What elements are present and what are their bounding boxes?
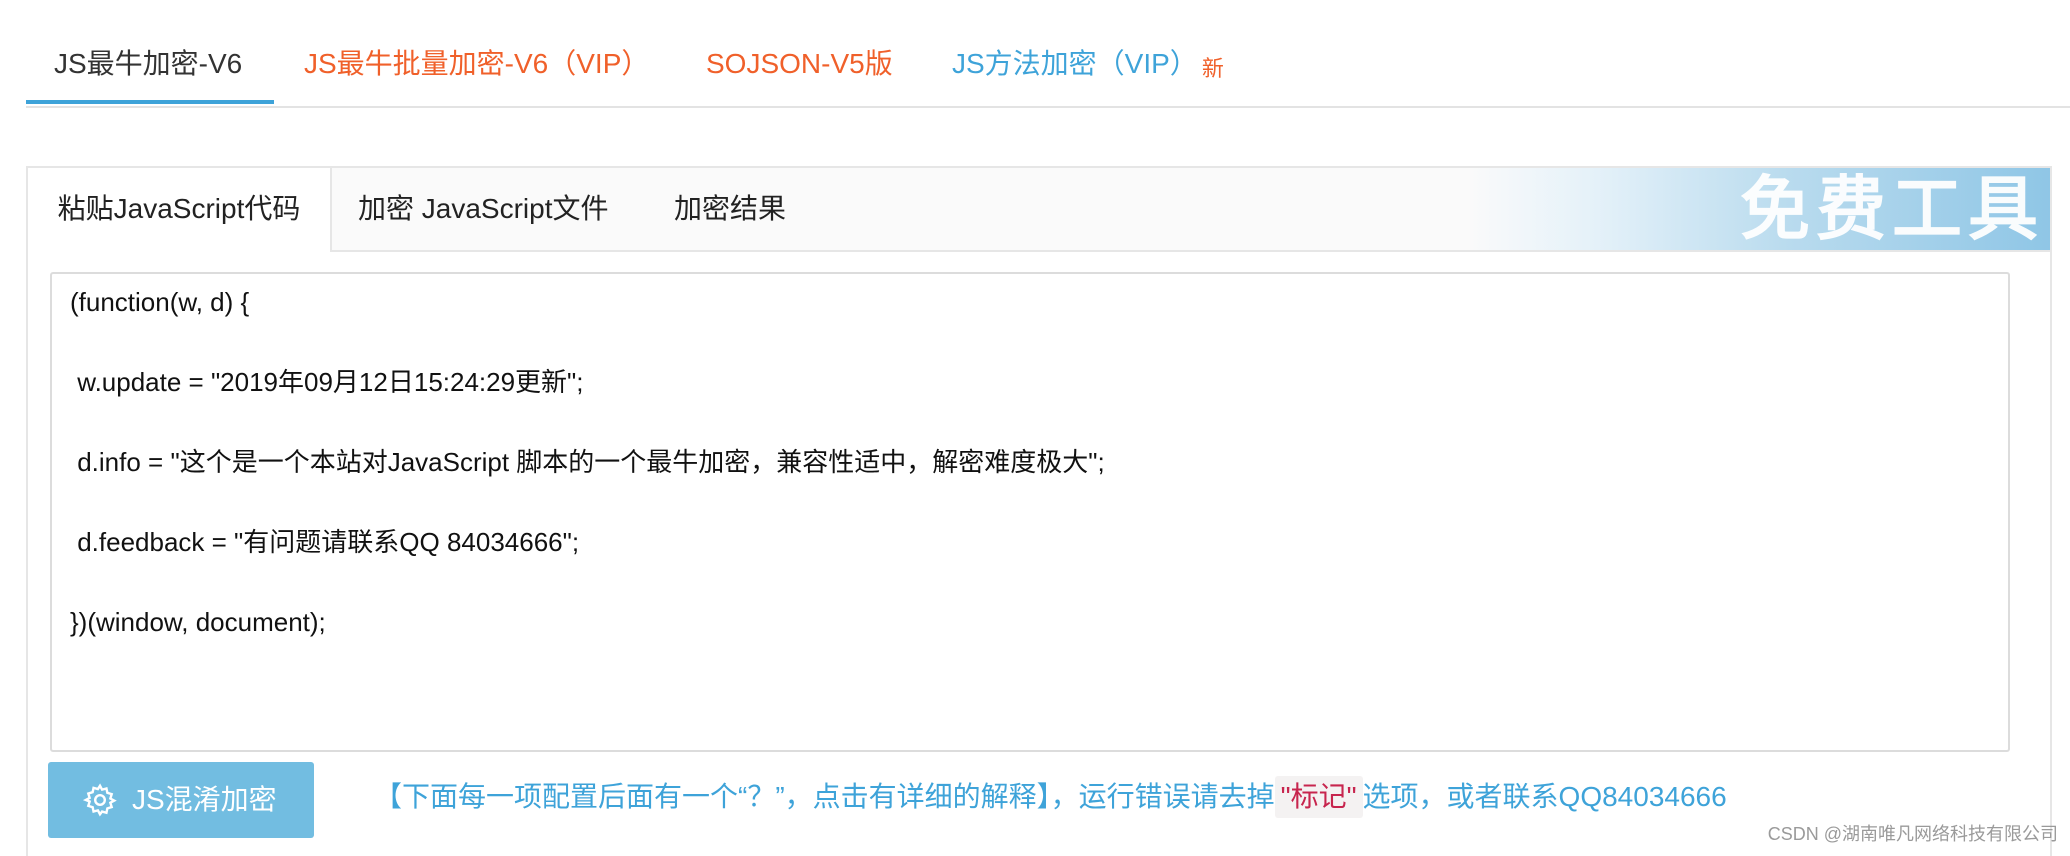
hint-text-after: 选项，或者联系QQ84034666: [1362, 781, 1727, 812]
tab-method-encrypt-vip[interactable]: JS方法加密（VIP）新: [952, 44, 1224, 86]
banner-text: 免费工具: [1740, 168, 2044, 250]
mark-option-chip: "标记": [1274, 776, 1363, 818]
free-tool-banner: 免费工具: [1470, 168, 2050, 250]
code-editor-textarea[interactable]: (function(w, d) { w.update = "2019年09月12…: [50, 272, 2010, 752]
js-obfuscate-button[interactable]: JS混淆加密: [48, 762, 314, 838]
tab-paste-code[interactable]: 粘贴JavaScript代码: [28, 168, 332, 252]
code-line: (function(w, d) {: [70, 287, 250, 317]
tab-method-encrypt-label: JS方法加密（VIP）: [952, 48, 1198, 79]
tab-encrypt-result[interactable]: 加密结果: [674, 168, 786, 250]
tab-sojson-v5[interactable]: SOJSON-V5版: [706, 44, 893, 84]
tab-encrypt-file[interactable]: 加密 JavaScript文件: [358, 168, 609, 250]
tab-batch-encrypt-v6-vip[interactable]: JS最牛批量加密-V6（VIP）: [304, 44, 649, 84]
top-tab-bar: JS最牛加密-V6 JS最牛批量加密-V6（VIP） SOJSON-V5版 JS…: [26, 0, 2070, 108]
active-tab-indicator: [26, 100, 274, 104]
encrypt-panel: 粘贴JavaScript代码 加密 JavaScript文件 加密结果 免费工具…: [26, 166, 2052, 856]
csdn-watermark: CSDN @湖南唯凡网络科技有限公司: [1767, 824, 2058, 844]
code-line: d.feedback = "有问题请联系QQ 84034666";: [70, 527, 580, 557]
code-line: d.info = "这个是一个本站对JavaScript 脚本的一个最牛加密，兼…: [70, 447, 1105, 477]
config-hint: 【下面每一项配置后面有一个“？”，点击有详细的解释】，运行错误请去掉 "标记" 选项…: [374, 776, 1727, 818]
code-line: w.update = "2019年09月12日15:24:29更新";: [70, 367, 584, 397]
code-line: })(window, document);: [70, 607, 326, 637]
hint-text-before: 【下面每一项配置后面有一个“？”，点击有详细的解释】，运行错误请去掉: [374, 781, 1275, 812]
inner-tab-bar: 粘贴JavaScript代码 加密 JavaScript文件 加密结果 免费工具: [28, 168, 2050, 252]
tab-js-encrypt-v6[interactable]: JS最牛加密-V6: [54, 44, 242, 84]
js-obfuscate-button-label: JS混淆加密: [132, 784, 277, 815]
gear-icon: [82, 783, 117, 817]
new-badge: 新: [1201, 56, 1224, 81]
